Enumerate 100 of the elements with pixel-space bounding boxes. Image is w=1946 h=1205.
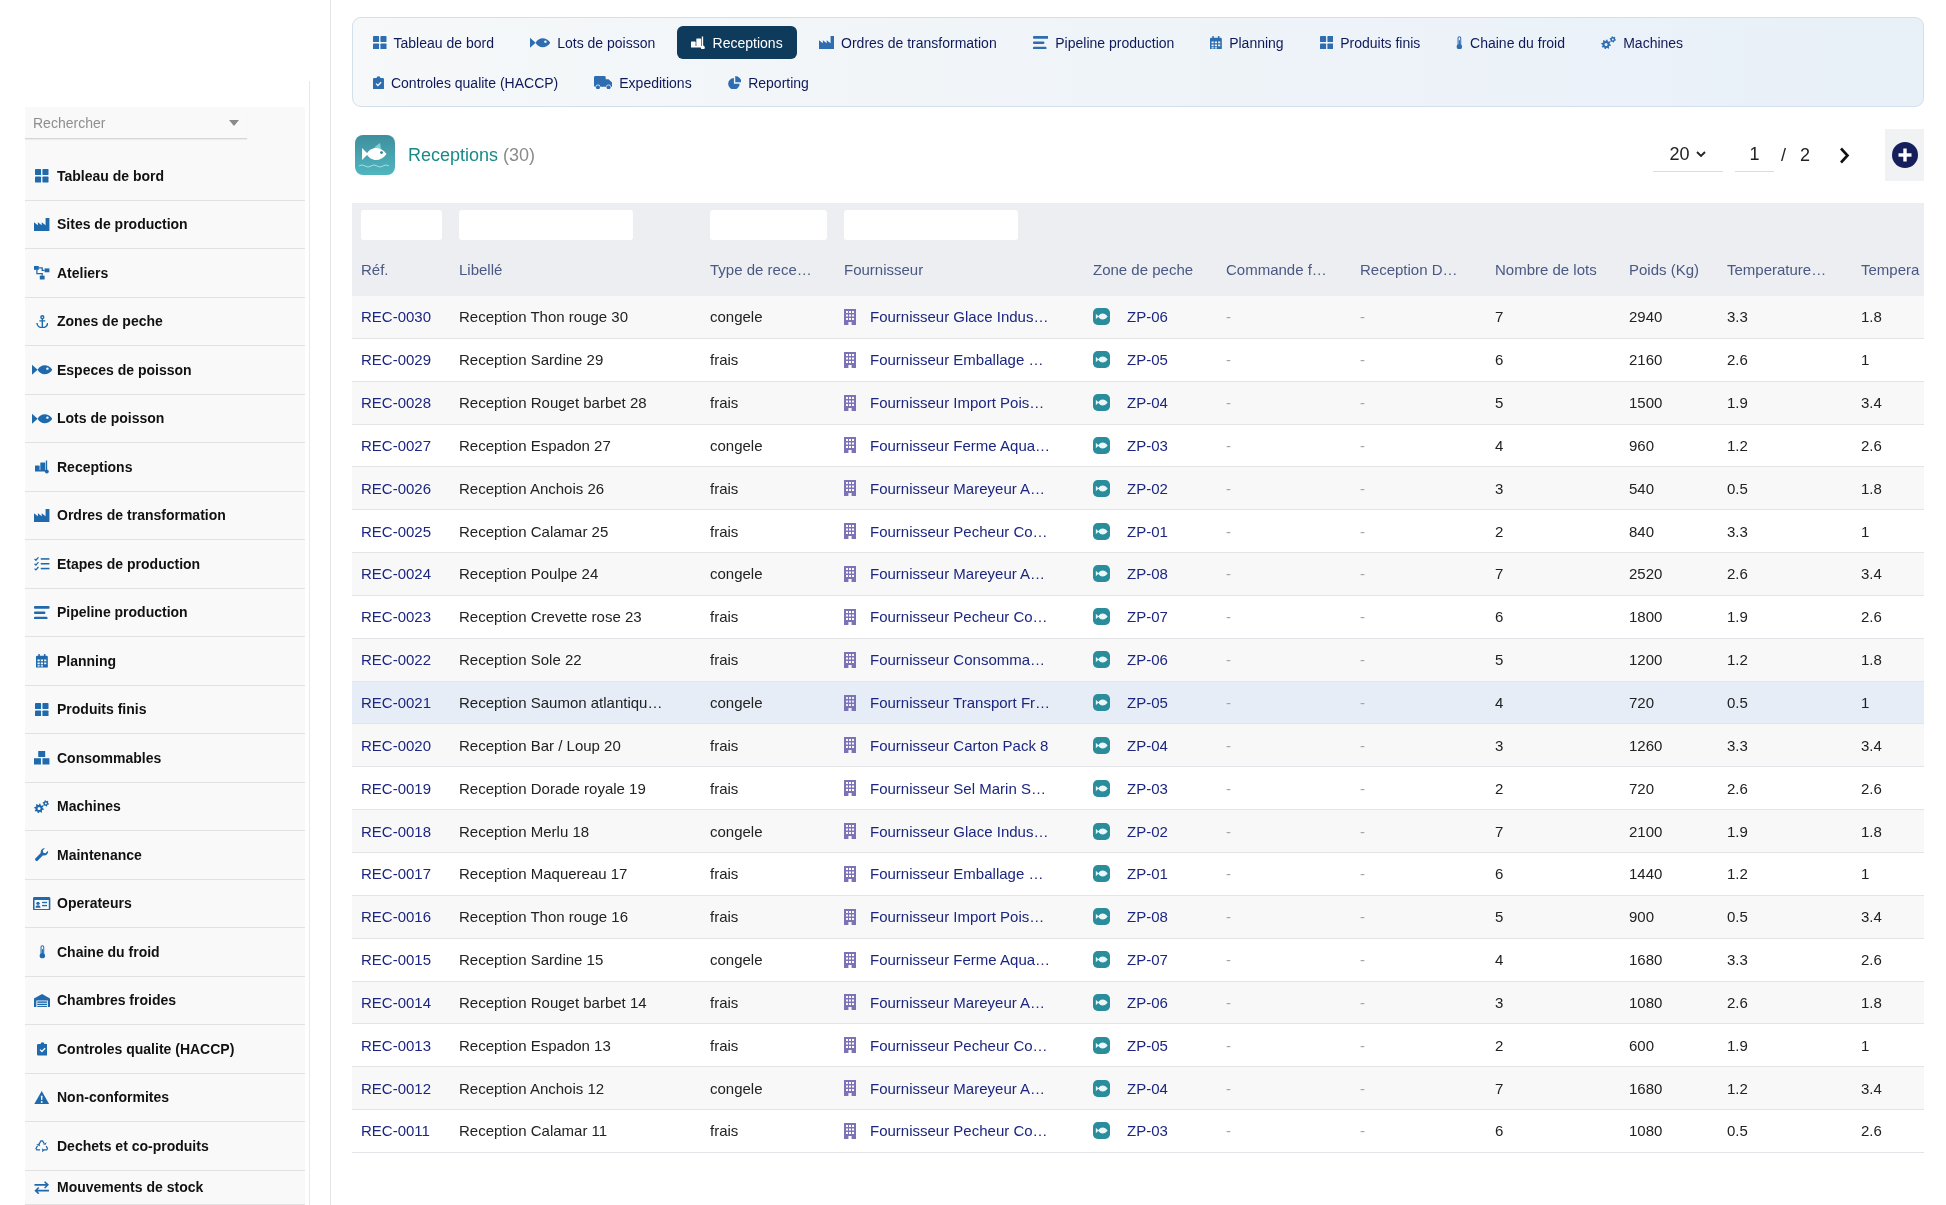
supplier-link[interactable]: Fournisseur Consomma… (870, 651, 1046, 669)
supplier-link[interactable]: Fournisseur Glace Indus… (870, 308, 1049, 326)
table-row[interactable]: REC-0012 Reception Anchois 12 congele Fournisseur Mareyeur A… ZP-04 - - 7 1680 1.2 3.4 (352, 1067, 1924, 1111)
zone-link[interactable]: ZP-03 (1127, 1122, 1168, 1140)
table-row[interactable]: REC-0021 Reception Saumon atlantiqu… congele Fournisseur Transport Fr… ZP-05 - - 4 720 0.5 1 (352, 681, 1924, 725)
table-row[interactable]: REC-0016 Reception Thon rouge 16 frais Fournisseur Import Pois… ZP-08 - - 5 900 0.5 3.4 (352, 895, 1924, 939)
zone-link[interactable]: ZP-02 (1127, 479, 1168, 497)
reference-link[interactable]: REC-0030 (361, 308, 432, 326)
supplier-link[interactable]: Fournisseur Mareyeur A… (870, 565, 1046, 583)
column-header[interactable]: Temperature… (1718, 261, 1852, 278)
nav-tab[interactable]: Controles qualite (HACCP) (359, 66, 573, 99)
zone-link[interactable]: ZP-03 (1127, 779, 1168, 797)
sidebar-item[interactable]: Machines (25, 782, 305, 831)
table-row[interactable]: REC-0020 Reception Bar / Loup 20 frais Fournisseur Carton Pack 8 ZP-04 - - 3 1260 3.3 3.4 (352, 724, 1924, 768)
sidebar-item[interactable]: Operateurs (25, 879, 305, 928)
reference-link[interactable]: REC-0011 (361, 1122, 430, 1140)
nav-tab[interactable]: Produits finis (1305, 26, 1435, 59)
zone-link[interactable]: ZP-07 (1127, 951, 1168, 969)
reference-link[interactable]: REC-0015 (361, 951, 432, 969)
sidebar-item[interactable]: Chaine du froid (25, 928, 305, 977)
zone-link[interactable]: ZP-07 (1127, 608, 1168, 626)
supplier-link[interactable]: Fournisseur Pecheur Co… (870, 522, 1048, 540)
supplier-link[interactable]: Fournisseur Emballage … (870, 865, 1044, 883)
reference-link[interactable]: REC-0014 (361, 993, 432, 1011)
supplier-link[interactable]: Fournisseur Mareyeur A… (870, 1079, 1046, 1097)
zone-link[interactable]: ZP-03 (1127, 436, 1168, 454)
reference-link[interactable]: REC-0013 (361, 1036, 432, 1054)
zone-link[interactable]: ZP-05 (1127, 351, 1168, 369)
zone-link[interactable]: ZP-01 (1127, 522, 1168, 540)
reference-link[interactable]: REC-0017 (361, 865, 432, 883)
column-header[interactable]: Commande f… (1217, 261, 1351, 278)
nav-tab[interactable]: Planning (1196, 26, 1298, 59)
column-header[interactable]: Tempera (1852, 261, 1924, 278)
zone-link[interactable]: ZP-06 (1127, 308, 1168, 326)
sidebar-item[interactable]: Chambres froides (25, 976, 305, 1025)
zone-link[interactable]: ZP-06 (1127, 651, 1168, 669)
zone-link[interactable]: ZP-04 (1127, 394, 1168, 412)
reference-link[interactable]: REC-0020 (361, 736, 432, 754)
zone-link[interactable]: ZP-01 (1127, 865, 1168, 883)
page-field[interactable]: 1 (1734, 138, 1774, 172)
nav-tab[interactable]: Reporting (713, 66, 823, 99)
supplier-link[interactable]: Fournisseur Mareyeur A… (870, 479, 1046, 497)
column-header[interactable]: Type de rece… (701, 261, 835, 278)
sidebar-item[interactable]: Receptions (25, 443, 305, 492)
table-row[interactable]: REC-0014 Reception Rouget barbet 14 frais Fournisseur Mareyeur A… ZP-06 - - 3 1080 2.6 1.8 (352, 981, 1924, 1025)
sidebar-item[interactable]: Tableau de bord (25, 152, 305, 201)
column-header[interactable]: Libellé (450, 261, 701, 278)
zone-link[interactable]: ZP-08 (1127, 565, 1168, 583)
sidebar-item[interactable]: Consommables (25, 734, 305, 783)
table-row[interactable]: REC-0030 Reception Thon rouge 30 congele Fournisseur Glace Indus… ZP-06 - - 7 2940 3.3 1.8 (352, 296, 1924, 339)
table-row[interactable]: REC-0026 Reception Anchois 26 frais Fournisseur Mareyeur A… ZP-02 - - 3 540 0.5 1.8 (352, 467, 1924, 511)
supplier-link[interactable]: Fournisseur Pecheur Co… (870, 1036, 1048, 1054)
reference-link[interactable]: REC-0021 (361, 694, 432, 711)
reference-link[interactable]: REC-0023 (361, 608, 432, 626)
nav-tab[interactable]: Lots de poisson (515, 26, 670, 59)
reference-link[interactable]: REC-0027 (361, 436, 432, 454)
table-row[interactable]: REC-0022 Reception Sole 22 frais Fournisseur Consomma… ZP-06 - - 5 1200 1.2 1.8 (352, 638, 1924, 682)
column-header[interactable]: Zone de peche (1084, 261, 1217, 278)
sidebar-item[interactable]: Pipeline production (25, 588, 305, 637)
search-field[interactable]: Rechercher (25, 107, 247, 139)
sidebar-item[interactable]: Planning (25, 637, 305, 686)
supplier-link[interactable]: Fournisseur Transport Fr… (870, 694, 1051, 711)
supplier-link[interactable]: Fournisseur Import Pois… (870, 908, 1045, 926)
zone-link[interactable]: ZP-05 (1127, 694, 1168, 711)
supplier-link[interactable]: Fournisseur Mareyeur A… (870, 993, 1046, 1011)
reference-link[interactable]: REC-0018 (361, 822, 432, 840)
supplier-link[interactable]: Fournisseur Glace Indus… (870, 822, 1049, 840)
reference-link[interactable]: REC-0026 (361, 479, 432, 497)
sidebar-item[interactable]: Lots de poisson (25, 394, 305, 443)
reference-link[interactable]: REC-0012 (361, 1079, 432, 1097)
reference-link[interactable]: REC-0028 (361, 394, 432, 412)
column-header[interactable]: Reception D… (1351, 261, 1486, 278)
nav-tab[interactable]: Tableau de bord (359, 26, 508, 59)
nav-tab[interactable]: Receptions (677, 26, 797, 59)
reference-link[interactable]: REC-0022 (361, 651, 432, 669)
sidebar-item[interactable]: Zones de peche (25, 297, 305, 346)
table-row[interactable]: REC-0024 Reception Poulpe 24 congele Fournisseur Mareyeur A… ZP-08 - - 7 2520 2.6 3.4 (352, 553, 1924, 596)
sidebar-item[interactable]: Mouvements de stock (25, 1170, 305, 1205)
nav-tab[interactable]: Chaine du froid (1442, 26, 1579, 59)
supplier-link[interactable]: Fournisseur Ferme Aqua… (870, 436, 1051, 454)
nav-tab[interactable]: Expeditions (580, 66, 706, 99)
table-row[interactable]: REC-0018 Reception Merlu 18 congele Fournisseur Glace Indus… ZP-02 - - 7 2100 1.9 1.8 (352, 810, 1924, 853)
supplier-link[interactable]: Fournisseur Emballage … (870, 351, 1044, 369)
zone-link[interactable]: ZP-05 (1127, 1036, 1168, 1054)
nav-tab[interactable]: Pipeline production (1018, 26, 1189, 59)
reference-link[interactable]: REC-0025 (361, 522, 432, 540)
sidebar-item[interactable]: Controles qualite (HACCP) (25, 1025, 305, 1074)
sidebar-item[interactable]: Especes de poisson (25, 346, 305, 395)
sidebar-item[interactable]: Ateliers (25, 249, 305, 298)
zone-link[interactable]: ZP-08 (1127, 908, 1168, 926)
nav-tab[interactable]: Ordres de transformation (804, 26, 1011, 59)
reference-link[interactable]: REC-0024 (361, 565, 432, 583)
zone-link[interactable]: ZP-04 (1127, 1079, 1168, 1097)
reference-link[interactable]: REC-0016 (361, 908, 432, 926)
sidebar-item[interactable]: Maintenance (25, 831, 305, 880)
sidebar-item[interactable]: Etapes de production (25, 540, 305, 589)
zone-link[interactable]: ZP-02 (1127, 822, 1168, 840)
zone-link[interactable]: ZP-04 (1127, 736, 1168, 754)
sidebar-item[interactable]: Ordres de transformation (25, 491, 305, 540)
column-header[interactable]: Réf. (352, 261, 450, 278)
